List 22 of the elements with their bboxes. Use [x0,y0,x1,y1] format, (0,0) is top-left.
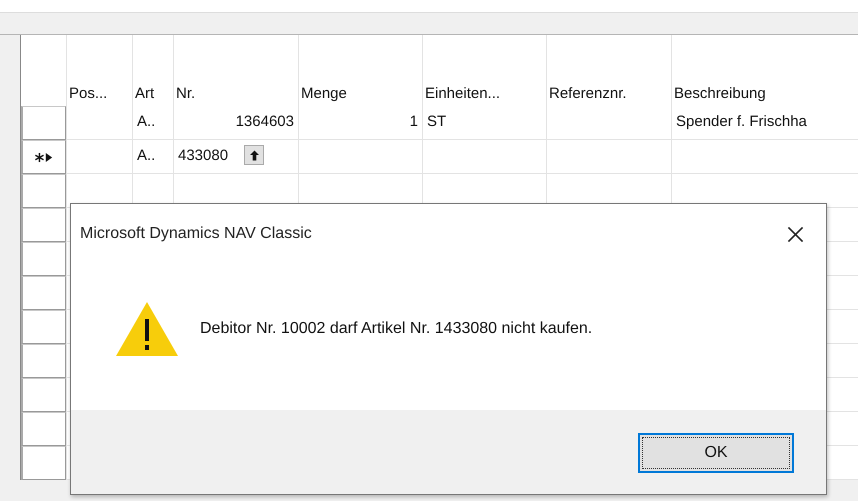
dialog-message: Debitor Nr. 10002 darf Artikel Nr. 1433080 nicht kaufen. [200,320,592,338]
lookup-button[interactable] [244,145,264,165]
ok-button[interactable]: OK [638,433,794,473]
column-header[interactable]: Art [135,85,154,102]
table-cell: A.. [132,106,173,140]
table-cell: A.. [132,140,173,174]
new-record-pointer-icon [34,152,54,162]
dialog-title: Microsoft Dynamics NAV Classic [80,225,312,243]
up-arrow-icon [250,150,258,160]
column-header[interactable]: Einheiten... [425,85,500,102]
column-header[interactable]: Pos... [69,85,108,102]
column-header[interactable]: Menge [301,85,347,102]
column-header[interactable]: Nr. [176,85,196,102]
table-cell: 1 [298,106,422,140]
column-header[interactable]: Referenznr. [549,85,627,102]
column-header[interactable]: Beschreibung [674,85,766,102]
table-cell: 1364603 [173,106,298,140]
table-cell: ST [422,106,546,140]
table-cell: Spender f. Frischha [671,106,858,140]
close-icon [786,226,804,242]
row-selector[interactable] [21,140,66,174]
warning-icon [115,301,179,357]
